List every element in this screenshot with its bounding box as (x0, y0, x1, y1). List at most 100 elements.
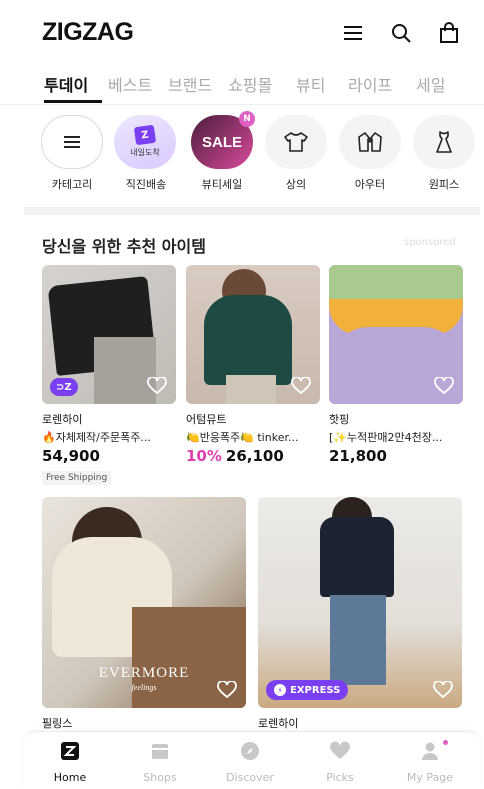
tab-sale[interactable]: 세일 (416, 72, 445, 96)
pants-shape (226, 375, 276, 404)
tab-today[interactable]: 투데이 (44, 72, 88, 96)
discount-rate: 10% (186, 447, 222, 465)
category-outer-tile (339, 115, 401, 169)
compass-icon (241, 742, 259, 760)
category-label: 아우터 (354, 178, 386, 191)
nav-discover[interactable]: Discover (210, 740, 290, 784)
product-image[interactable] (329, 265, 463, 404)
price: 26,100 (225, 447, 284, 465)
category-outer[interactable]: 아우터 (338, 115, 402, 195)
store-name: 로렌하이 (258, 717, 299, 730)
category-label: 상의 (285, 178, 307, 191)
app-header: ZIGZAG (0, 0, 484, 64)
category-beauty-sale[interactable]: SALE N 뷰티세일 (190, 111, 255, 195)
tab-best[interactable]: 베스트 (108, 72, 152, 96)
category-all[interactable]: 카테고리 (40, 115, 104, 195)
category-tops-tile (265, 115, 327, 169)
express-badge: ⚡ EXPRESS (266, 680, 349, 700)
notification-dot (443, 740, 448, 745)
category-label: 뷰티세일 (201, 178, 243, 191)
heart-icon[interactable] (217, 681, 237, 699)
nav-label: Shops (143, 771, 177, 784)
tabs-divider (0, 104, 484, 105)
product-description: 🔥자체제작/주문폭주... (42, 431, 151, 444)
category-direct-delivery[interactable]: Z 내일도착 직진배송 (114, 115, 178, 195)
new-badge: N (239, 111, 255, 127)
express-icon: ⚡ (274, 684, 286, 696)
nav-label: Picks (326, 771, 354, 784)
shopping-bag-icon[interactable] (438, 22, 460, 44)
recommend-title: 당신을 위한 추천 아이템 (42, 237, 206, 256)
category-all-tile (41, 115, 103, 169)
home-z-icon (61, 742, 79, 760)
zigzag-direct-badge: ⊃ Z (50, 378, 78, 396)
category-label: 원피스 (428, 178, 460, 191)
product-card[interactable]: ⊃ Z 로렌하이 🔥자체제작/주문폭주... 54,900 Free Shippi… (42, 265, 176, 485)
nav-label: My Page (406, 771, 454, 784)
next-day-delivery-icon: Z 내일도착 (114, 115, 176, 169)
nav-picks[interactable]: Picks (300, 740, 380, 784)
product-image[interactable]: ⚡ EXPRESS (258, 497, 462, 708)
price-row: 21,800 (329, 447, 463, 465)
store-name: 필링스 (42, 717, 73, 730)
section-divider (24, 207, 480, 215)
menu-icon (64, 136, 80, 148)
product-card-large[interactable]: EVERMORE feelings 필링스 (42, 497, 246, 731)
tab-brand[interactable]: 브랜드 (168, 72, 212, 96)
product-image[interactable]: EVERMORE feelings (42, 497, 246, 708)
price-row: 54,900 (42, 447, 176, 465)
tab-beauty[interactable]: 뷰티 (296, 72, 325, 96)
product-image[interactable] (186, 265, 320, 404)
heart-icon[interactable] (433, 681, 453, 699)
jacket-shape (320, 517, 394, 597)
product-card-large[interactable]: ⚡ EXPRESS 로렌하이 (258, 497, 462, 731)
heart-icon (329, 741, 351, 759)
next-day-text: 내일도착 (130, 148, 160, 157)
category-dress[interactable]: 원피스 (412, 115, 476, 195)
store-name: 로렌하이 (42, 413, 83, 426)
category-label: 직진배송 (125, 178, 167, 191)
store-name: 어텀뮤트 (186, 413, 227, 426)
product-image[interactable]: ⊃ Z (42, 265, 176, 404)
heart-icon[interactable] (291, 377, 311, 395)
product-card[interactable]: 핫핑 [✨누적판매2만4천장... 21,800 (329, 265, 463, 465)
nav-home[interactable]: Home (30, 740, 110, 784)
nav-my-page[interactable]: My Page (390, 740, 470, 784)
menu-icon[interactable] (342, 22, 364, 44)
nav-label: Home (53, 771, 87, 784)
category-tops[interactable]: 상의 (264, 115, 328, 195)
free-shipping-tag: Free Shipping (42, 471, 112, 485)
sweater-shape (204, 295, 292, 385)
heart-icon[interactable] (434, 377, 454, 395)
heart-icon[interactable] (147, 377, 167, 395)
zigzag-logo[interactable]: ZIGZAG (42, 18, 134, 47)
price-row: 10% 26,100 (186, 447, 320, 465)
store-name: 핫핑 (329, 413, 350, 426)
brand-overlay-text: EVERMORE (98, 665, 190, 681)
nav-shops[interactable]: Shops (120, 740, 200, 784)
sale-tile-wrap: SALE N (191, 111, 255, 169)
product-card[interactable]: 어텀뮤트 🍋반응폭주🍋 tinker... 10% 26,100 (186, 265, 320, 465)
category-label: 카테고리 (51, 178, 93, 191)
top-tabs: 투데이 베스트 브랜드 쇼핑몰 뷰티 라이프 세일 (0, 66, 484, 106)
category-dress-tile (413, 115, 475, 169)
jeans-shape (330, 595, 386, 685)
price: 54,900 (42, 447, 100, 465)
dress-icon (436, 131, 452, 153)
sponsored-label: sponsored (404, 237, 456, 248)
tab-shopping-mall[interactable]: 쇼핑몰 (228, 72, 272, 96)
person-icon (422, 742, 438, 760)
price: 21,800 (329, 447, 387, 465)
brand-overlay-sub: feelings (131, 683, 157, 692)
jacket-icon (358, 132, 382, 152)
tab-life[interactable]: 라이프 (348, 72, 392, 96)
tshirt-icon (284, 132, 308, 152)
z-cube-icon: Z (133, 124, 157, 146)
search-icon[interactable] (390, 22, 412, 44)
active-tab-indicator (44, 100, 102, 103)
store-icon (152, 744, 168, 759)
product-description: [✨누적판매2만4천장... (329, 431, 443, 444)
nav-label: Discover (226, 771, 274, 784)
product-description: 🍋반응폭주🍋 tinker... (186, 431, 299, 444)
bottom-navigation: Home Shops Discover Picks My Page (24, 731, 480, 789)
